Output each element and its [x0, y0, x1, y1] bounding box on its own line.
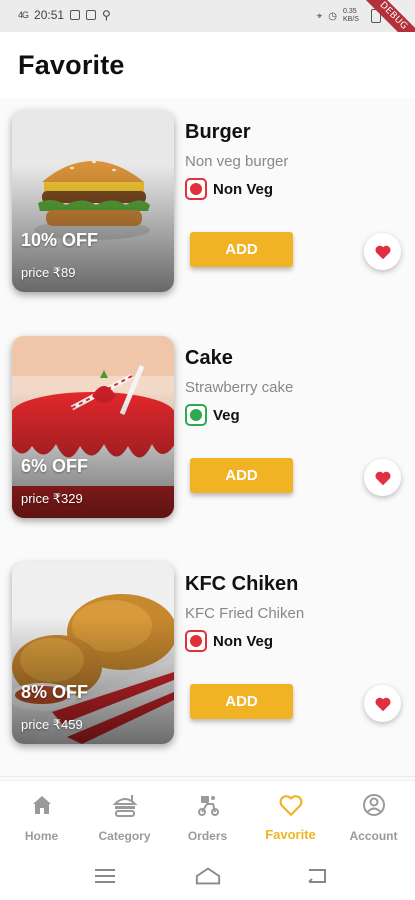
item-description: Non veg burger: [185, 153, 289, 170]
nav-favorite[interactable]: Favorite: [249, 781, 332, 852]
bottom-navigation: Home Category Orders Favorite Account: [0, 780, 415, 852]
discount-label: 6% OFF: [21, 456, 89, 476]
status-bar: 4G 20:51 ⚲ ⌖ ◷ 0.35 KB/S DEBUG: [0, 0, 415, 32]
price-label: price ₹459: [21, 717, 83, 732]
food-type-label: Non Veg: [213, 180, 274, 198]
non-veg-icon: [185, 178, 207, 200]
discount-label: 10% OFF: [21, 230, 99, 250]
favorite-item-burger[interactable]: 10% OFF price ₹89 Burger Non veg burger …: [0, 98, 415, 325]
item-image[interactable]: 8% OFF price ₹459: [12, 562, 174, 744]
nav-label: Account: [349, 829, 398, 843]
heart-outline-icon: [278, 792, 304, 818]
gallery-icon: [86, 10, 97, 20]
price-label: price ₹329: [21, 491, 83, 506]
account-icon: [361, 792, 387, 818]
item-description: KFC Fried Chiken: [185, 605, 305, 622]
favorite-button[interactable]: [364, 685, 401, 722]
alarm-icon: ◷: [328, 10, 337, 22]
app-header: Favorite: [0, 32, 415, 98]
item-name: Cake: [185, 347, 233, 369]
system-navigation-bar: [0, 852, 415, 900]
add-button[interactable]: ADD: [190, 684, 293, 719]
discount-label: 8% OFF: [21, 682, 89, 702]
nav-home[interactable]: Home: [0, 781, 83, 852]
food-type-label: Veg: [213, 406, 240, 424]
heart-icon: [374, 697, 391, 711]
non-veg-icon: [185, 630, 207, 652]
nav-category[interactable]: Category: [83, 781, 166, 852]
price-label: price ₹89: [21, 265, 76, 280]
location-icon: ⌖: [316, 10, 323, 22]
network-speed: 0.35 KB/S: [343, 8, 359, 23]
nav-orders[interactable]: Orders: [166, 781, 249, 852]
heart-icon: [374, 245, 391, 259]
food-type-label: Non Veg: [213, 632, 274, 650]
favorite-item-kfc-chiken[interactable]: 8% OFF price ₹459 KFC Chiken KFC Fried C…: [0, 550, 415, 777]
heart-icon: [374, 471, 391, 485]
page-title: Favorite: [18, 50, 125, 80]
item-image[interactable]: 6% OFF price ₹329: [12, 336, 174, 518]
status-time: 20:51: [34, 8, 65, 22]
nav-label: Favorite: [265, 827, 316, 842]
food-type: Non Veg: [185, 178, 273, 200]
home-system-icon[interactable]: [195, 864, 221, 888]
add-button[interactable]: ADD: [190, 232, 293, 267]
food-type: Non Veg: [185, 630, 273, 652]
favorite-button[interactable]: [364, 233, 401, 270]
item-name: KFC Chiken: [185, 573, 299, 595]
favorite-button[interactable]: [364, 459, 401, 496]
nav-label: Category: [98, 829, 151, 843]
item-image[interactable]: 10% OFF price ₹89: [12, 110, 174, 292]
signal-indicator: 4G: [18, 10, 29, 20]
back-icon[interactable]: [304, 864, 330, 888]
nav-label: Orders: [187, 829, 228, 843]
notification-icon: [70, 10, 81, 20]
food-type: Veg: [185, 404, 240, 426]
veg-icon: [185, 404, 207, 426]
favorites-list: 10% OFF price ₹89 Burger Non veg burger …: [0, 98, 415, 780]
add-button[interactable]: ADD: [190, 458, 293, 493]
home-icon: [29, 792, 55, 818]
usb-icon: ⚲: [102, 8, 111, 22]
nav-account[interactable]: Account: [332, 781, 415, 852]
favorite-item-cake[interactable]: 6% OFF price ₹329 Cake Strawberry cake V…: [0, 324, 415, 551]
orders-icon: [195, 792, 221, 818]
category-icon: [112, 792, 138, 818]
nav-label: Home: [24, 829, 59, 843]
item-name: Burger: [185, 121, 251, 143]
item-description: Strawberry cake: [185, 379, 294, 396]
menu-icon[interactable]: [92, 864, 118, 888]
